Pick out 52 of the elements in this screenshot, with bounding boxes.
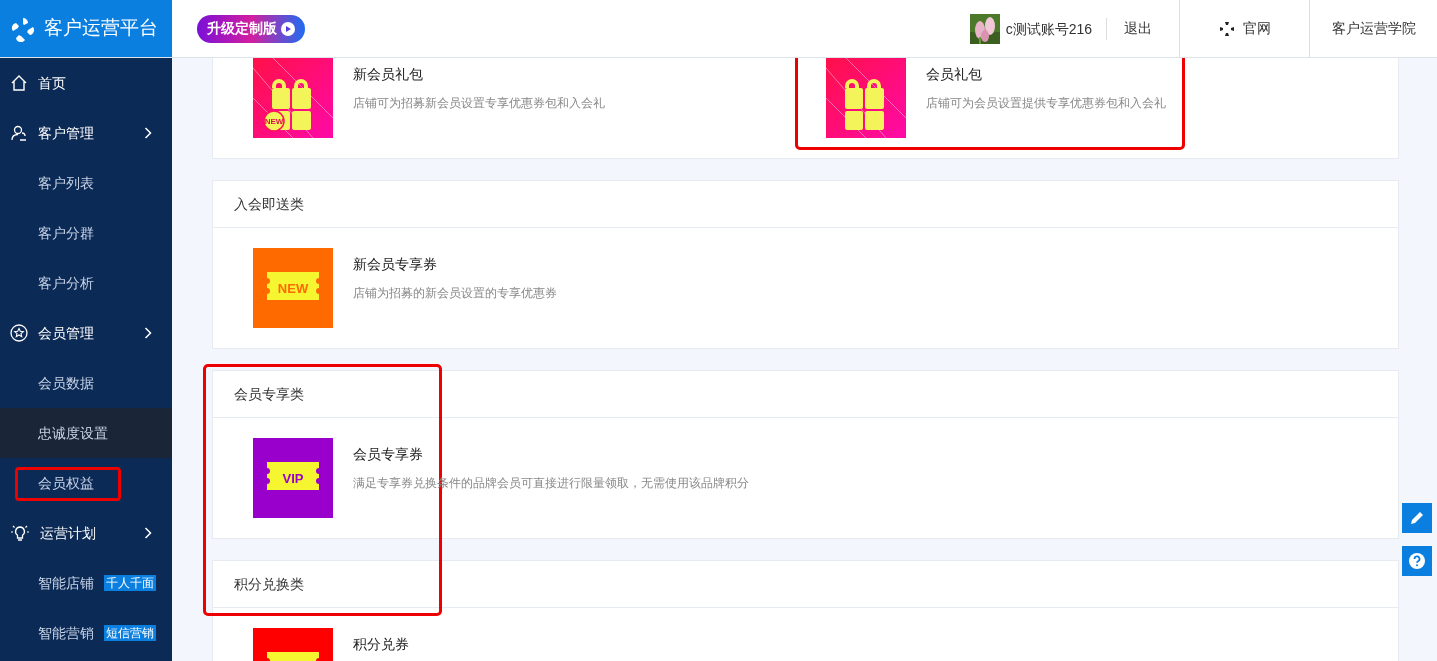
feature-badge: 短信营销	[104, 625, 156, 641]
sidebar-subitem[interactable]: 客户分析	[0, 258, 172, 308]
sidebar-item[interactable]: 首页	[0, 58, 172, 108]
feature-badge: 千人千面	[104, 575, 156, 591]
benefit-item[interactable]: 积分兑券	[253, 628, 826, 661]
item-title: 会员专享券	[353, 445, 424, 464]
sidebar-subitem[interactable]: 客户列表	[0, 158, 172, 208]
sidebar-item[interactable]: 会员管理	[0, 308, 172, 358]
edit-button[interactable]	[1402, 503, 1432, 533]
sidebar-subitem[interactable]: 客户分群	[0, 208, 172, 258]
sidebar-item[interactable]: 客户管理	[0, 108, 172, 158]
logout-link[interactable]: 退出	[1107, 18, 1169, 39]
bulb-icon	[10, 524, 30, 542]
play-icon	[281, 21, 295, 36]
home-icon	[10, 74, 28, 92]
chevron-icon	[144, 527, 152, 539]
chevron-icon	[144, 327, 152, 339]
item-description: 店铺为招募的新会员设置的专享优惠券	[353, 285, 557, 302]
pencil-icon	[1408, 509, 1426, 527]
academy-link[interactable]: 客户运营学院	[1309, 0, 1437, 57]
account-name[interactable]: c测试账号216	[1005, 17, 1107, 40]
section-title: 积分兑换类	[234, 574, 304, 594]
item-title: 积分兑券	[353, 635, 409, 654]
ticket-text: VIP	[282, 471, 304, 486]
chevron-icon	[144, 127, 152, 139]
sidebar-subitem[interactable]: 智能营销 短信营销	[0, 608, 172, 658]
sidebar-item[interactable]: 运营计划	[0, 508, 172, 558]
benefit-item[interactable]: 会员礼包 店铺可为会员设置提供专享优惠券包和入会礼	[825, 58, 1398, 138]
website-link[interactable]: 官网	[1179, 0, 1309, 57]
gift-bag-icon	[844, 79, 884, 130]
help-icon	[1408, 552, 1426, 570]
website-icon	[1218, 20, 1235, 37]
section-title: 入会即送类	[234, 194, 304, 214]
sidebar-subitem[interactable]: 会员权益	[0, 458, 172, 508]
item-title: 新会员礼包	[353, 65, 424, 84]
section-title: 会员专享类	[234, 384, 304, 404]
item-title: 会员礼包	[925, 65, 983, 84]
item-description: 店铺可为会员设置提供专享优惠券包和入会礼	[925, 95, 1166, 112]
sidebar-subitem[interactable]: 忠诚度设置	[0, 408, 172, 458]
benefit-item[interactable]: NEW 新会员专享券 店铺为招募的新会员设置的专享优惠券	[253, 248, 826, 328]
sidebar-subitem[interactable]: 会员数据	[0, 358, 172, 408]
ticket-text: NEW	[277, 281, 309, 296]
item-description: 店铺可为招募新会员设置专享优惠券包和入会礼	[353, 95, 605, 112]
help-button[interactable]	[1402, 546, 1432, 576]
sidebar-subitem[interactable]: 智能店铺 千人千面	[0, 558, 172, 608]
user-icon	[10, 124, 28, 142]
new-badge: NEW	[263, 110, 285, 132]
logo-icon	[10, 15, 36, 42]
item-title: 新会员专享券	[353, 255, 438, 274]
benefit-item[interactable]: NEW 新会员礼包 店铺可为招募新会员设置专享优惠券包和入会礼	[253, 58, 826, 138]
brand-title: 客户运营平台	[44, 16, 158, 41]
upgrade-button[interactable]: 升级定制版	[197, 14, 305, 43]
